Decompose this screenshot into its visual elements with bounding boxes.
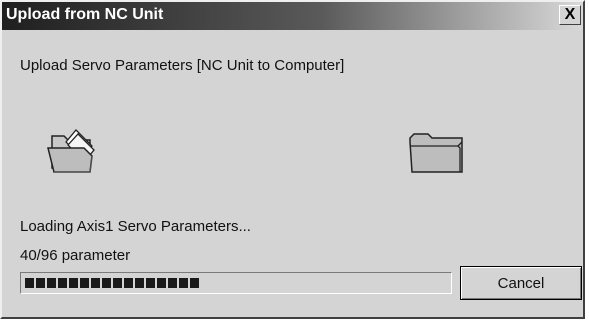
title-bar[interactable]: Upload from NC Unit X: [2, 2, 583, 30]
progress-block: [146, 278, 155, 288]
closed-folder-icon: [406, 128, 468, 181]
upload-dialog: Upload from NC Unit X Upload Servo Param…: [0, 0, 585, 319]
progress-block: [91, 278, 100, 288]
progress-block: [157, 278, 166, 288]
progress-block: [113, 278, 122, 288]
progress-block: [190, 278, 199, 288]
progress-block: [25, 278, 34, 288]
operation-description: Upload Servo Parameters [NC Unit to Comp…: [20, 57, 345, 74]
progress-block: [179, 278, 188, 288]
progress-block: [102, 278, 111, 288]
window-title: Upload from NC Unit: [6, 6, 164, 23]
progress-block: [69, 278, 78, 288]
close-icon: X: [564, 6, 576, 23]
cancel-button[interactable]: Cancel: [460, 266, 582, 300]
open-folder-icon: [46, 128, 108, 181]
progress-block: [47, 278, 56, 288]
progress-block: [135, 278, 144, 288]
progress-fill: [25, 278, 199, 288]
progress-block: [36, 278, 45, 288]
close-button[interactable]: X: [559, 5, 581, 25]
progress-count: 40/96 parameter: [20, 247, 131, 264]
progress-bar: [20, 272, 452, 294]
progress-block: [168, 278, 177, 288]
progress-block: [124, 278, 133, 288]
progress-block: [80, 278, 89, 288]
status-text: Loading Axis1 Servo Parameters...: [20, 218, 251, 235]
progress-block: [58, 278, 67, 288]
